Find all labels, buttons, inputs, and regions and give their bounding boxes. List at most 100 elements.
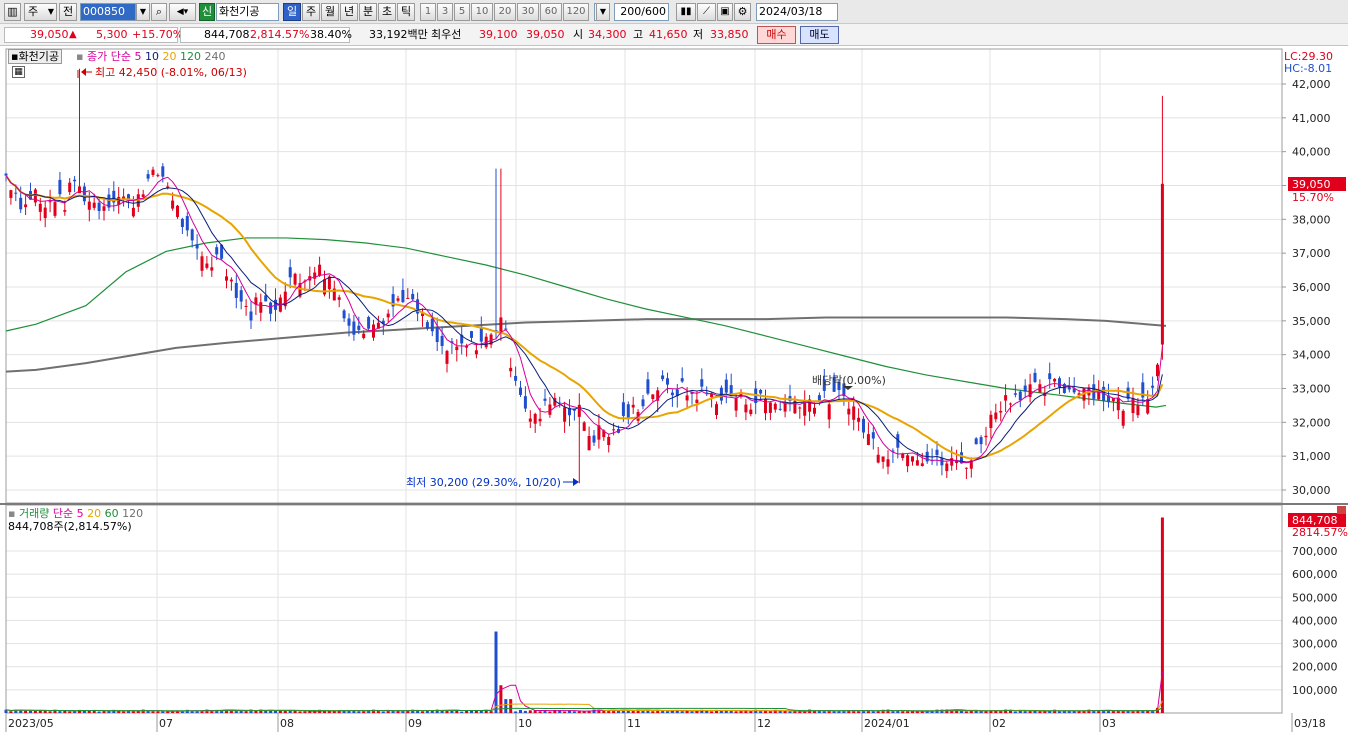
best-ask: 39,100 [479,28,518,41]
chart-canvas[interactable]: 42,00041,00040,00039,00038,00037,00036,0… [0,46,1348,734]
tab-tick[interactable]: 틱 [397,3,415,21]
candle-body [749,409,753,415]
tab-week[interactable]: 주 [302,3,320,21]
candle-body [352,321,356,335]
candle-body [661,375,665,380]
candle-body [435,327,439,342]
chevron-down-icon[interactable]: ▼ [136,3,150,21]
price-tick-label: 42,000 [1292,78,1331,91]
candle-body [915,460,919,466]
close-icon[interactable] [1337,506,1346,514]
legend-ma240[interactable]: 240 [204,50,225,63]
company-name-field[interactable]: 화천기공 [216,3,279,21]
volume-bar [97,711,101,713]
search-icon[interactable]: ⌕ [151,3,167,21]
interval-60[interactable]: 60 [540,3,562,21]
volume-legend-ma120[interactable]: 120 [122,507,143,520]
market-select[interactable]: 주 ▼ [24,3,57,21]
candle-body [592,435,596,443]
candle-body [479,326,483,342]
price-panel-name[interactable]: ▪화천기공 [8,49,62,64]
volume-bar [362,711,366,713]
candle-type-icon[interactable]: ▮▮ [676,3,696,21]
volume-bar [234,711,238,713]
date-tick-label: 02 [992,717,1006,730]
candle-body [293,273,297,285]
candle-body [229,279,233,282]
prev-button[interactable]: 전 [59,3,77,21]
candle-body [548,404,552,415]
legend-ma120[interactable]: 120 [180,50,201,63]
candle-body [577,404,581,417]
candle-body [641,399,645,407]
low-value: 33,850 [710,28,749,41]
candle-body [827,404,831,420]
candle-body [607,436,611,446]
tab-minute[interactable]: 분 [359,3,377,21]
legend-ma10[interactable]: 10 [145,50,159,63]
price-tick-label: 32,000 [1292,416,1331,429]
stock-chart[interactable]: 42,00041,00040,00039,00038,00037,00036,0… [0,46,1348,734]
volume-current-text: 844,708주(2,814.57%) [8,520,132,533]
candle-body [234,283,238,298]
interval-10[interactable]: 10 [471,3,493,21]
candle-body [411,293,415,300]
tab-second[interactable]: 초 [378,3,396,21]
tab-year[interactable]: 년 [340,3,358,21]
low-label: 저 [693,28,704,41]
interval-120[interactable]: 120 [563,3,589,21]
tab-day[interactable]: 일 [283,3,301,21]
interval-20[interactable]: 20 [494,3,516,21]
high-label: 고 [633,28,644,41]
candle-body [470,331,473,338]
volume-bar [327,711,331,713]
speaker-icon[interactable]: ◀▾ [169,3,196,21]
interval-3[interactable]: 3 [437,3,453,21]
candle-body [63,210,67,212]
chart-layout-icon[interactable]: ▥ [4,3,21,21]
candle-body [994,412,998,420]
volume-legend-ma60[interactable]: 60 [105,507,119,520]
volume-bar [548,711,552,713]
candle-body [1009,403,1012,405]
candle-body [82,186,86,202]
chevron-down-icon[interactable]: ▼ [596,3,610,21]
candle-body [587,435,591,451]
legend-ma20[interactable]: 20 [162,50,176,63]
candle-body [964,467,968,469]
table-icon[interactable]: ▦ [12,66,25,78]
candle-body [97,202,101,212]
date-tick-label: 2024/01 [864,717,910,730]
date-input[interactable]: 2024/03/18 [756,3,838,21]
save-icon[interactable]: ▣ [717,3,733,21]
settings-icon[interactable]: ⚙ [734,3,751,21]
candle-body [180,218,184,228]
interval-5[interactable]: 5 [454,3,470,21]
candle-body [886,459,890,467]
display-count-input[interactable]: 200/600 [614,3,669,21]
chevron-down-icon: ▼ [47,7,54,16]
candle-body [190,229,194,241]
volume-legend-ma5[interactable]: 5 [77,507,84,520]
volume-bar [690,711,694,713]
best-quote-label: 최우선 [431,28,462,41]
volume-bar [102,711,106,713]
candle-body [528,418,532,422]
volume-bar [494,631,498,713]
sell-button[interactable]: 매도 [800,26,839,44]
interval-1[interactable]: 1 [420,3,436,21]
volume-bar [1087,709,1091,713]
line-tool-icon[interactable]: ⟋ [697,3,716,21]
candle-body [798,407,802,409]
volume-tick-label: 600,000 [1292,568,1338,581]
volume-bar [734,711,738,713]
interval-30[interactable]: 30 [517,3,539,21]
volume-legend-ma20[interactable]: 20 [87,507,101,520]
legend-ma5[interactable]: 5 [134,50,141,63]
stock-code-input[interactable]: 000850 [80,3,136,21]
buy-button[interactable]: 매수 [757,26,796,44]
candle-body [857,417,861,422]
tab-month[interactable]: 월 [321,3,339,21]
max-annotation: 최고 42,450 (-8.01%, 06/13) [95,66,247,79]
volume-bar [798,711,802,713]
